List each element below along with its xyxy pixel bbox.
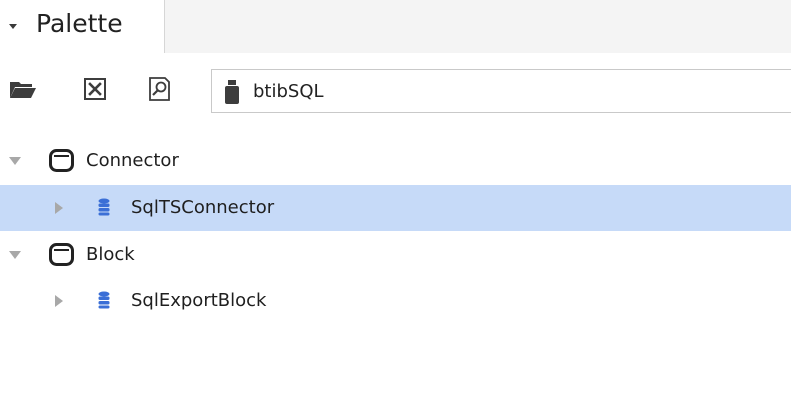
module-field[interactable]: btibSQL [211, 69, 791, 113]
palette-title: Palette [36, 9, 123, 38]
tree-item-label: Connector [86, 150, 179, 171]
find-icon [149, 77, 170, 101]
collapsed-triangle-icon[interactable] [55, 202, 63, 214]
folder-icon [49, 149, 74, 172]
tree-row-sqlexportblock[interactable]: SqlExportBlock [0, 278, 791, 324]
expanded-triangle-icon[interactable] [9, 157, 21, 165]
folder-open-icon [10, 82, 36, 98]
tree-row-block[interactable]: Block [0, 232, 791, 278]
open-palette-button[interactable] [6, 72, 40, 106]
database-icon [98, 291, 110, 309]
folder-icon [49, 243, 74, 266]
close-palette-button[interactable] [78, 72, 112, 106]
tree-row-connector[interactable]: Connector [0, 138, 791, 184]
tree-item-label: SqlExportBlock [131, 290, 267, 311]
triangle-down-icon[interactable] [9, 24, 17, 29]
close-box-icon [84, 78, 106, 100]
collapsed-triangle-icon[interactable] [55, 295, 63, 307]
palette-toolbar: btibSQL [0, 60, 791, 120]
module-name: btibSQL [253, 81, 324, 102]
jar-icon [225, 80, 239, 104]
tree-item-label: SqlTSConnector [131, 197, 275, 218]
database-icon [98, 198, 110, 216]
expanded-triangle-icon[interactable] [9, 251, 21, 259]
tree-row-sqltsconnector[interactable]: SqlTSConnector [0, 185, 791, 231]
palette-tab[interactable]: Palette [0, 0, 165, 53]
palette-header: Palette [0, 0, 791, 53]
find-button[interactable] [143, 72, 177, 106]
tree-item-label: Block [86, 244, 135, 265]
